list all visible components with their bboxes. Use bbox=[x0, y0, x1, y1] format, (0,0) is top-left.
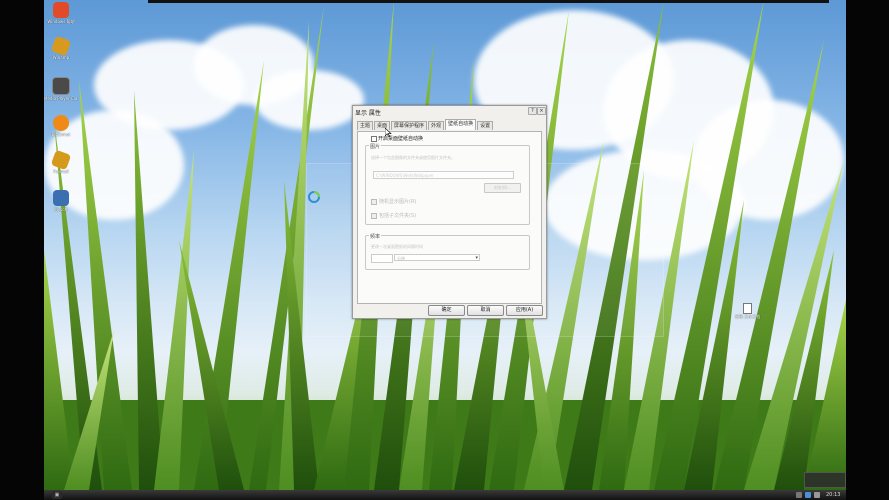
tray-app-icon[interactable] bbox=[814, 492, 820, 498]
tab-themes[interactable]: 主题 bbox=[357, 121, 374, 130]
desktop-icon-text-file[interactable]: 新建 文本文档 bbox=[735, 303, 760, 319]
network-icon[interactable] bbox=[796, 492, 802, 498]
taskbar: 开始▣ 20:13 bbox=[44, 490, 846, 500]
frequency-unit-select[interactable]: 分钟 ▾ bbox=[394, 254, 480, 261]
image-group: 图片 选择一个包含图像的文件夹或使用图片文件夹。 C:\WINDOWS\Web\… bbox=[365, 143, 530, 225]
help-button[interactable]: ? bbox=[528, 107, 537, 115]
display-properties-dialog: 显示 属性 ? × 主题 桌面 屏幕保护程序 外观 壁纸自动换 设置 开启桌面壁… bbox=[352, 105, 547, 319]
dialog-title: 显示 属性 bbox=[355, 110, 381, 117]
desktop-icon-bitcomet[interactable]: BitComet bbox=[44, 115, 78, 137]
tab-strip: 主题 桌面 屏幕保护程序 外观 壁纸自动换 设置 bbox=[357, 119, 494, 131]
cancel-button[interactable]: 取消 bbox=[467, 305, 504, 316]
close-button[interactable]: × bbox=[537, 107, 546, 115]
tab-panel: 开启桌面壁纸自动换 图片 选择一个包含图像的文件夹或使用图片文件夹。 C:\WI… bbox=[357, 131, 542, 304]
taskbar-clock[interactable]: 20:13 bbox=[826, 491, 840, 499]
random-checkbox[interactable] bbox=[371, 199, 377, 205]
frequency-number-input[interactable] bbox=[371, 254, 393, 263]
apply-button[interactable]: 应用(A) bbox=[506, 305, 543, 316]
bitcomet-icon bbox=[53, 115, 69, 131]
letterbox-right bbox=[846, 0, 889, 500]
desktop-wallpaper[interactable]: Windows 帮助 Winamp Media Player Classic B… bbox=[44, 0, 846, 490]
volume-icon[interactable] bbox=[805, 492, 811, 498]
browse-button[interactable]: 浏览(B)... bbox=[484, 183, 521, 193]
tab-wallpaper-changer[interactable]: 壁纸自动换 bbox=[445, 119, 477, 130]
frequency-hint: 更改一次桌面壁纸的间隔时间 bbox=[371, 244, 423, 249]
text-file-icon bbox=[742, 303, 752, 314]
frequency-group-title: 频率 bbox=[369, 233, 382, 240]
letterbox-left bbox=[0, 0, 44, 500]
desktop-icon-winamp[interactable]: Winamp bbox=[44, 35, 78, 60]
subfolders-checkbox[interactable] bbox=[371, 213, 377, 219]
desktop-icon-foxmail[interactable]: Foxmail bbox=[44, 149, 78, 174]
random-label: 随机显示图片(R) bbox=[379, 199, 417, 205]
image-hint: 选择一个包含图像的文件夹或使用图片文件夹。 bbox=[371, 155, 455, 160]
desktop-icon-mysoft[interactable]: Mysoft bbox=[44, 190, 78, 212]
tab-screensaver[interactable]: 屏幕保护程序 bbox=[391, 121, 428, 130]
mysoft-icon bbox=[53, 190, 69, 206]
start-button[interactable]: 开始▣ bbox=[52, 491, 62, 499]
foxmail-icon bbox=[50, 149, 72, 171]
image-folder-input[interactable]: C:\WINDOWS\Web\Wallpaper bbox=[373, 171, 514, 179]
enable-wallpaper-change-checkbox[interactable] bbox=[371, 136, 377, 142]
desktop-icon-media-player-classic[interactable]: Media Player Classic bbox=[44, 77, 78, 101]
image-group-title: 图片 bbox=[369, 143, 382, 150]
tab-appearance[interactable]: 外观 bbox=[428, 121, 445, 130]
subfolders-label: 包括子文件夹(S) bbox=[379, 213, 417, 219]
winamp-icon bbox=[50, 35, 72, 57]
windows-help-icon bbox=[53, 2, 69, 18]
mouse-cursor-icon bbox=[385, 128, 392, 137]
desktop-icon-windows-help[interactable]: Windows 帮助 bbox=[44, 2, 78, 24]
screen: Windows 帮助 Winamp Media Player Classic B… bbox=[0, 0, 889, 500]
frequency-unit-value: 分钟 bbox=[397, 256, 405, 261]
top-edge-bar bbox=[148, 0, 829, 3]
ok-button[interactable]: 确定 bbox=[428, 305, 465, 316]
media-player-icon bbox=[52, 77, 70, 95]
tab-settings[interactable]: 设置 bbox=[477, 121, 494, 130]
chevron-down-icon: ▾ bbox=[475, 255, 478, 261]
frequency-group: 频率 更改一次桌面壁纸的间隔时间 分钟 ▾ bbox=[365, 233, 530, 270]
loading-spinner-icon bbox=[308, 191, 320, 203]
minimized-window-preview[interactable] bbox=[804, 472, 846, 488]
